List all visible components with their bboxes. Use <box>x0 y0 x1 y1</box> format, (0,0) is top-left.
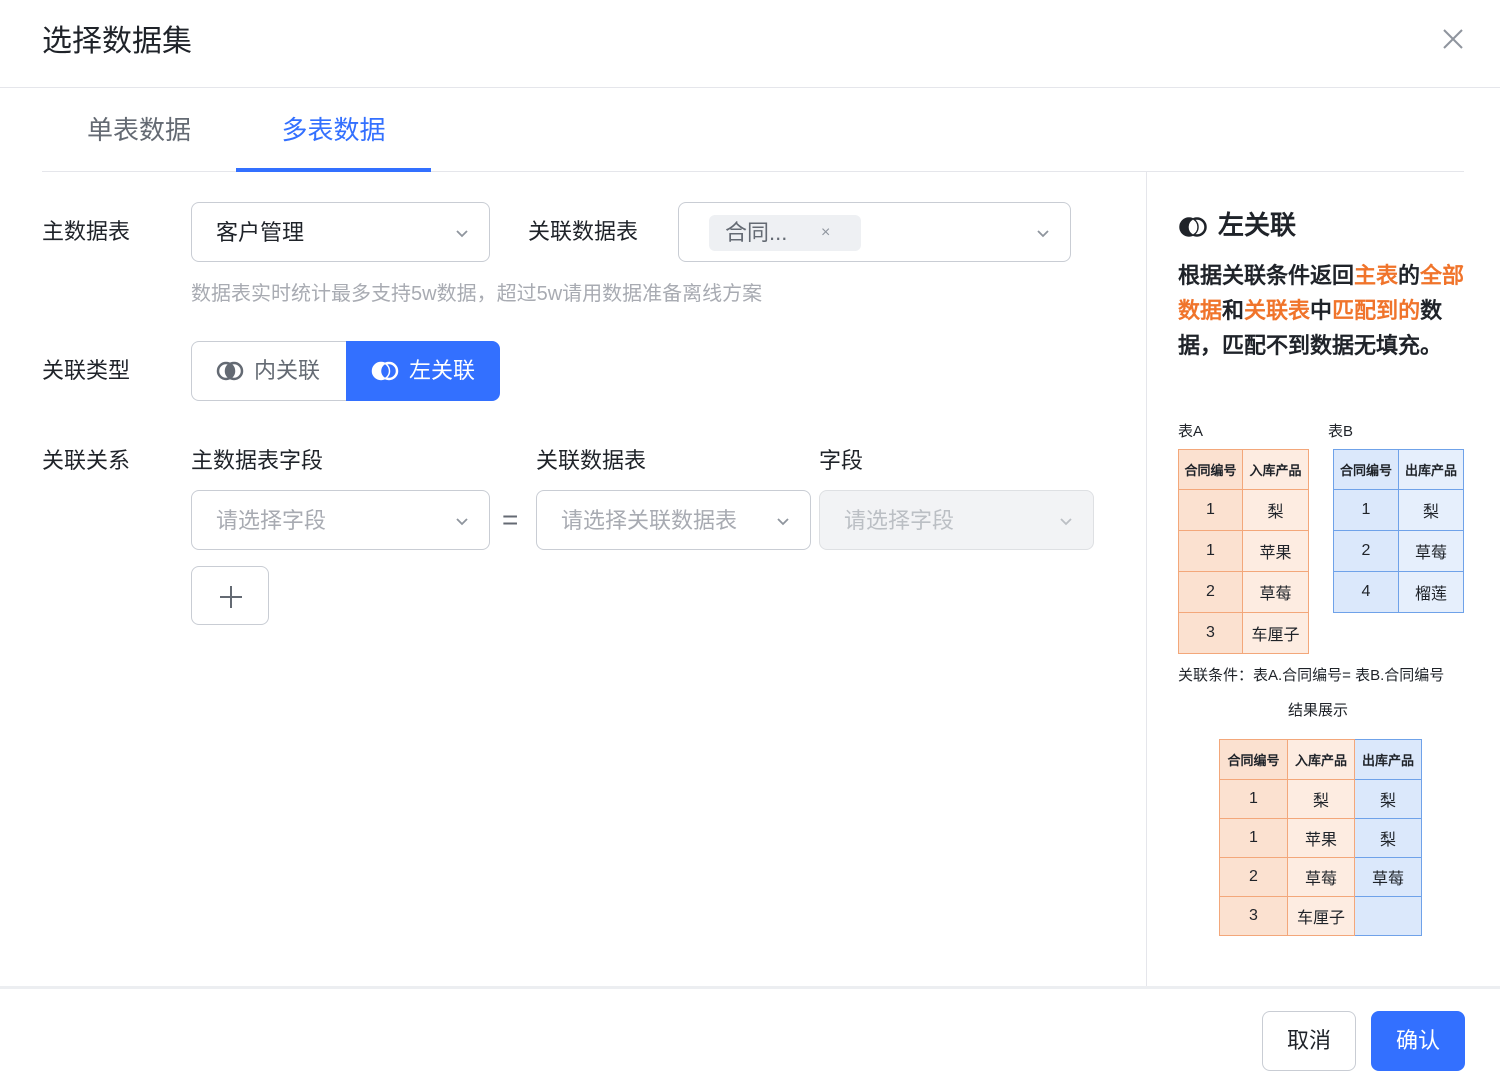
table-cell: 草莓 <box>1242 571 1309 613</box>
chevron-down-icon <box>456 230 468 238</box>
main-table-select[interactable]: 客户管理 <box>191 202 490 262</box>
table-cell: 2 <box>1178 571 1243 613</box>
footer-divider <box>0 986 1500 989</box>
table-a: 合同编号 入库产品 1梨 1 苹果 2 草莓 3 车厘子 <box>1178 449 1309 654</box>
related-field-placeholder: 请选择字段 <box>844 508 955 533</box>
related-field-select: 请选择字段 <box>819 490 1094 550</box>
tab-multi-table[interactable]: 多表数据 <box>236 90 431 172</box>
table-cell: 1 <box>1333 489 1399 531</box>
confirm-button[interactable]: 确认 <box>1371 1011 1465 1071</box>
table-cell: 1 <box>1219 779 1288 819</box>
table-cell: 苹果 <box>1287 818 1355 858</box>
main-table-label: 主数据表 <box>42 219 131 244</box>
table-header-cell: 合同编号 <box>1178 449 1243 490</box>
table-header-cell: 入库产品 <box>1242 449 1309 490</box>
table-cell: 车厘子 <box>1242 612 1309 654</box>
table-cell: 1 <box>1219 818 1288 858</box>
panel-divider <box>1146 172 1147 987</box>
chevron-down-icon <box>777 518 789 526</box>
result-table: 合同编号 入库产品 出库产品 1梨梨 1 苹果梨 2 草莓 草莓 3 车厘子 <box>1219 739 1422 936</box>
desc-highlight: 主表 <box>1354 263 1399 288</box>
help-description: 根据关联条件返回主表的全部数据和关联表中匹配到的数据，匹配不到数据无填充。 <box>1178 258 1468 363</box>
desc-highlight: 关联表 <box>1244 298 1311 323</box>
join-type-left-label: 左关联 <box>409 358 476 383</box>
main-field-column-header: 主数据表字段 <box>191 448 324 473</box>
relation-label: 关联关系 <box>42 448 131 473</box>
dialog-title: 选择数据集 <box>42 25 192 58</box>
related-table-tag: 合同... × <box>709 215 861 251</box>
active-tab-indicator <box>236 168 431 172</box>
table-header-cell: 合同编号 <box>1219 739 1288 780</box>
table-cell <box>1354 896 1422 936</box>
equals-sign: = <box>502 504 519 535</box>
join-condition: 关联条件：表A.合同编号= 表B.合同编号 <box>1178 667 1445 684</box>
table-cell: 2 <box>1333 530 1399 572</box>
tag-remove-icon[interactable]: × <box>821 219 830 247</box>
table-cell: 3 <box>1219 896 1288 936</box>
table-header-cell: 出库产品 <box>1354 739 1422 780</box>
left-join-icon <box>371 361 399 381</box>
cancel-button[interactable]: 取消 <box>1262 1011 1356 1071</box>
inner-join-icon <box>216 361 244 381</box>
table-b: 合同编号 出库产品 1梨 2 草莓 4 榴莲 <box>1333 449 1464 613</box>
related-table-select[interactable]: 合同... × <box>678 202 1071 262</box>
table-cell: 草莓 <box>1287 857 1355 897</box>
main-table-value: 客户管理 <box>216 220 305 245</box>
table-header-cell: 合同编号 <box>1333 449 1399 490</box>
left-join-icon <box>1179 217 1207 237</box>
desc-part: 根据关联条件返回 <box>1178 263 1355 288</box>
join-type-left-button[interactable]: 左关联 <box>346 341 500 401</box>
chevron-down-icon <box>456 518 468 526</box>
result-caption: 结果展示 <box>1288 702 1349 719</box>
data-limit-hint: 数据表实时统计最多支持5w数据，超过5w请用数据准备离线方案 <box>191 283 763 305</box>
join-type-inner-label: 内关联 <box>254 358 321 383</box>
chevron-down-icon <box>1037 230 1049 238</box>
table-cell: 梨 <box>1242 489 1309 531</box>
field-column-header: 字段 <box>819 448 864 473</box>
tab-bar: 单表数据 多表数据 <box>42 90 1464 172</box>
plus-icon <box>220 586 242 608</box>
table-cell: 苹果 <box>1242 530 1309 572</box>
table-cell: 梨 <box>1287 779 1355 819</box>
related-table-label: 关联数据表 <box>528 219 639 244</box>
related-table-tag-label: 合同... <box>725 220 788 245</box>
add-relation-button[interactable] <box>191 566 269 625</box>
desc-highlight: 匹配到的 <box>1332 298 1421 323</box>
table-cell: 3 <box>1178 612 1243 654</box>
related-table-placeholder: 请选择关联数据表 <box>561 508 738 533</box>
desc-part: 和 <box>1222 298 1245 323</box>
dialog-header: 选择数据集 <box>0 0 1500 88</box>
table-header-cell: 出库产品 <box>1398 449 1464 490</box>
table-cell: 梨 <box>1354 779 1422 819</box>
related-table-field-select[interactable]: 请选择关联数据表 <box>536 490 811 550</box>
table-cell: 车厘子 <box>1287 896 1355 936</box>
main-field-select[interactable]: 请选择字段 <box>191 490 490 550</box>
table-a-caption: 表A <box>1178 423 1204 440</box>
table-cell: 1 <box>1178 489 1243 531</box>
main-field-placeholder: 请选择字段 <box>216 508 327 533</box>
table-cell: 2 <box>1219 857 1288 897</box>
table-cell: 4 <box>1333 571 1399 613</box>
table-cell: 草莓 <box>1354 857 1422 897</box>
table-cell: 梨 <box>1398 489 1464 531</box>
table-cell: 梨 <box>1354 818 1422 858</box>
join-type-inner-button[interactable]: 内关联 <box>191 341 346 401</box>
help-title: 左关联 <box>1218 210 1297 240</box>
join-type-label: 关联类型 <box>42 358 131 383</box>
related-table-column-header: 关联数据表 <box>536 448 647 473</box>
table-cell: 1 <box>1178 530 1243 572</box>
table-cell: 榴莲 <box>1398 571 1464 613</box>
table-b-caption: 表B <box>1328 423 1354 440</box>
tab-single-table[interactable]: 单表数据 <box>42 90 236 172</box>
table-header-cell: 入库产品 <box>1287 739 1355 780</box>
close-icon[interactable] <box>1436 22 1470 56</box>
desc-part: 的 <box>1398 263 1421 288</box>
table-cell: 草莓 <box>1398 530 1464 572</box>
desc-part: 中 <box>1310 298 1333 323</box>
chevron-down-icon <box>1060 518 1072 526</box>
